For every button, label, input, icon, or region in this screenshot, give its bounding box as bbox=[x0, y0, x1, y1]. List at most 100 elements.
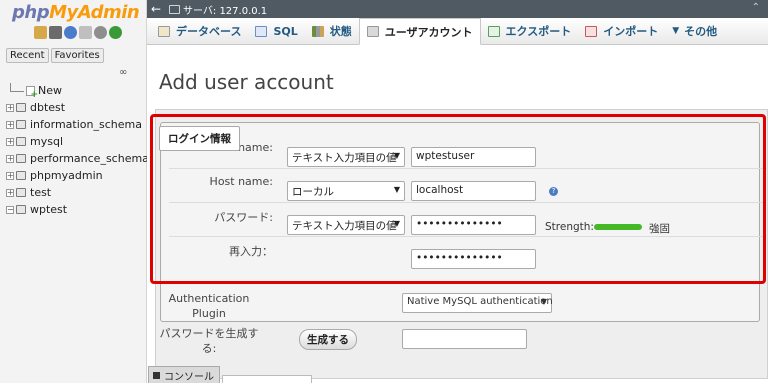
database-icon bbox=[16, 188, 26, 197]
tab-status[interactable]: 状態 bbox=[305, 18, 359, 44]
tab-label: 状態 bbox=[329, 25, 352, 38]
tree-item-information-schema[interactable]: + information_schema bbox=[6, 116, 146, 133]
recent-button[interactable]: Recent bbox=[6, 48, 49, 63]
generate-password-label: パスワードを生成する: bbox=[159, 327, 259, 355]
database-icon bbox=[158, 25, 170, 37]
chain-link-icon[interactable]: ∞ bbox=[119, 67, 127, 78]
password-strength-text: 強固 bbox=[649, 223, 670, 235]
logout-icon[interactable] bbox=[49, 26, 62, 39]
phpmyadmin-logo[interactable]: phpMyAdmin bbox=[12, 2, 140, 23]
user-name-type-select[interactable]: テキスト入力項目の値 ▼ bbox=[287, 147, 405, 167]
dropdown-arrow-icon: ▼ bbox=[393, 185, 400, 194]
user-name-row: User name: テキスト入力項目の値 ▼ wptestuser bbox=[169, 135, 768, 169]
expand-icon[interactable]: + bbox=[6, 171, 14, 180]
main-content: Add user account User name: テキスト入力項目の値 ▼… bbox=[147, 46, 768, 383]
database-icon bbox=[16, 171, 26, 180]
console-tab[interactable]: コンソール bbox=[148, 366, 220, 383]
tab-label: その他 bbox=[684, 25, 718, 38]
retype-password-label: 再入力： bbox=[229, 245, 273, 258]
generate-password-row: パスワードを生成する: 生成する bbox=[160, 322, 760, 362]
tree-item-label: New bbox=[38, 84, 62, 97]
user-name-input[interactable]: wptestuser bbox=[411, 147, 536, 167]
console-options-popup bbox=[222, 375, 312, 383]
retype-password-row: 再入力： •••••••••••••• bbox=[169, 237, 768, 271]
settings-icon[interactable] bbox=[94, 26, 107, 39]
console-label: コンソール bbox=[164, 371, 214, 383]
host-name-input[interactable]: localhost bbox=[411, 181, 536, 201]
generated-password-input[interactable] bbox=[402, 329, 527, 349]
expand-icon[interactable]: + bbox=[6, 120, 14, 129]
collapse-icon[interactable]: − bbox=[6, 205, 14, 214]
password-strength-label: Strength: bbox=[545, 221, 594, 233]
tab-label: インポート bbox=[603, 25, 659, 38]
home-icon[interactable] bbox=[34, 26, 47, 39]
reload-icon[interactable] bbox=[109, 26, 122, 39]
tree-item-new[interactable]: New bbox=[6, 82, 146, 100]
favorites-button[interactable]: Favorites bbox=[50, 48, 104, 63]
server-icon bbox=[169, 4, 180, 14]
dropdown-arrow-icon: ▼ bbox=[393, 151, 400, 160]
host-name-type-select[interactable]: ローカル ▼ bbox=[287, 181, 405, 201]
page-title: Add user account bbox=[159, 70, 334, 94]
new-database-icon bbox=[26, 85, 38, 100]
tab-import[interactable]: インポート bbox=[578, 18, 665, 44]
tab-databases[interactable]: データベース bbox=[151, 18, 248, 44]
tree-item-phpmyadmin[interactable]: + phpmyadmin bbox=[6, 167, 146, 184]
authentication-plugin-select[interactable]: Native MySQL authentication ▼ bbox=[402, 293, 553, 313]
database-icon bbox=[16, 103, 26, 112]
add-user-form-panel: User name: テキスト入力項目の値 ▼ wptestuser Host … bbox=[155, 109, 768, 379]
tree-item-test[interactable]: + test bbox=[6, 184, 146, 201]
host-name-row: Host name: ローカル ▼ localhost ? bbox=[169, 169, 768, 203]
dropdown-arrow-icon: ▼ bbox=[393, 219, 400, 228]
login-information-legend: ログイン情報 bbox=[159, 126, 240, 151]
host-name-label: Host name: bbox=[209, 175, 273, 188]
tree-item-label: phpmyadmin bbox=[30, 169, 103, 182]
password-input[interactable]: •••••••••••••• bbox=[411, 215, 536, 235]
help-icon[interactable]: ? bbox=[549, 187, 558, 196]
import-icon bbox=[585, 25, 598, 37]
password-row: パスワード: テキスト入力項目の値 ▼ •••••••••••••• Stren… bbox=[169, 203, 768, 237]
tab-label: SQL bbox=[273, 24, 298, 38]
password-type-select[interactable]: テキスト入力項目の値 ▼ bbox=[287, 215, 405, 235]
tree-item-label: wptest bbox=[30, 203, 68, 216]
tab-export[interactable]: エクスポート bbox=[481, 18, 579, 44]
console-icon bbox=[153, 371, 160, 379]
tree-item-wptest[interactable]: − wptest bbox=[6, 201, 146, 218]
tree-connector bbox=[10, 83, 24, 92]
recent-favorites-tabs: Recent Favorites bbox=[6, 48, 104, 63]
tree-item-label: information_schema bbox=[30, 118, 142, 131]
tab-sql[interactable]: SQL bbox=[248, 18, 304, 44]
status-icon bbox=[311, 25, 324, 37]
tree-item-dbtest[interactable]: + dbtest bbox=[6, 99, 146, 116]
docs-icon[interactable] bbox=[79, 26, 92, 39]
tree-item-label: test bbox=[30, 186, 52, 199]
database-icon bbox=[16, 205, 26, 214]
tab-label: エクスポート bbox=[505, 25, 572, 38]
tree-item-label: dbtest bbox=[30, 101, 66, 114]
generate-password-button[interactable]: 生成する bbox=[299, 329, 357, 350]
users-icon bbox=[366, 26, 379, 37]
expand-icon[interactable]: + bbox=[6, 188, 14, 197]
collapse-bar-icon[interactable]: ⌃ bbox=[752, 2, 760, 13]
server-breadcrumb-bar: ← サーバ: 127.0.0.1 ⌃ bbox=[147, 0, 768, 18]
sql-icon bbox=[255, 25, 268, 37]
help-icon[interactable] bbox=[64, 26, 77, 39]
tab-user-accounts[interactable]: ユーザアカウント bbox=[358, 18, 481, 45]
expand-icon[interactable]: + bbox=[6, 137, 14, 146]
tree-item-performance-schema[interactable]: + performance_schema bbox=[6, 150, 149, 167]
tree-item-label: mysql bbox=[30, 135, 63, 148]
retype-password-input[interactable]: •••••••••••••• bbox=[411, 249, 536, 269]
server-breadcrumb[interactable]: サーバ: 127.0.0.1 bbox=[183, 2, 267, 17]
database-icon bbox=[16, 154, 26, 163]
database-icon bbox=[16, 137, 26, 146]
password-label: パスワード: bbox=[214, 211, 273, 224]
tree-item-mysql[interactable]: + mysql bbox=[6, 133, 146, 150]
tree-item-label: performance_schema bbox=[30, 152, 149, 165]
expand-icon[interactable]: + bbox=[6, 103, 14, 112]
expand-icon[interactable]: + bbox=[6, 154, 14, 163]
password-strength-meter bbox=[594, 224, 642, 230]
back-arrow-icon[interactable]: ← bbox=[147, 2, 165, 16]
tab-more[interactable]: ▼ その他 bbox=[665, 18, 724, 44]
dropdown-arrow-icon: ▼ bbox=[540, 297, 547, 306]
authentication-plugin-label: Authentication Plugin bbox=[168, 292, 250, 320]
